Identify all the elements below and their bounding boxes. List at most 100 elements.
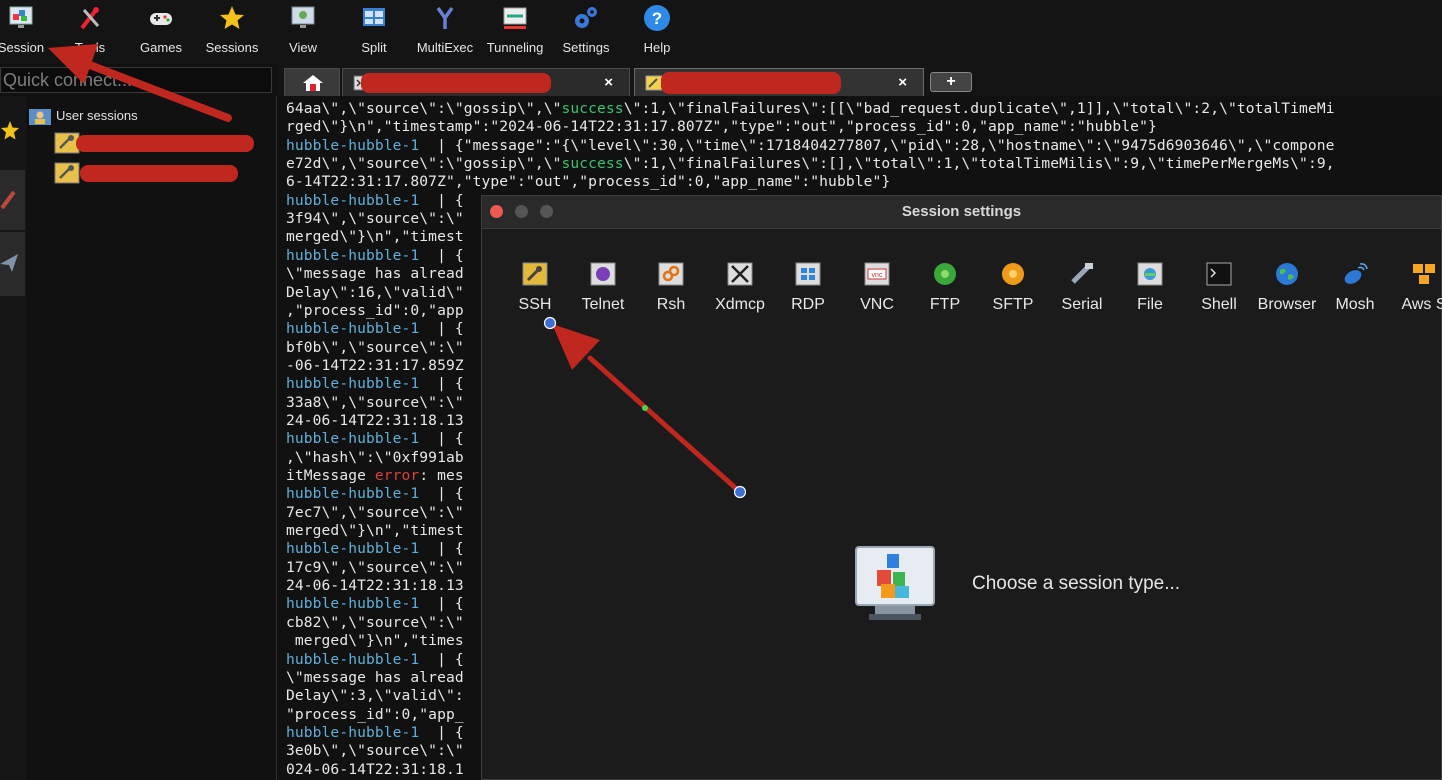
terminal-text: Delay\":16,\"valid\" [286, 283, 464, 301]
dialog-title: Session settings [901, 203, 1022, 220]
terminal-text: bf0b\",\"source\":\" [286, 338, 464, 356]
paper-plane-icon [0, 254, 18, 272]
redaction-mark [661, 72, 841, 94]
toolbar-label: Tools [74, 40, 106, 55]
star-icon[interactable] [0, 120, 20, 142]
toolbar-multiexec-button[interactable]: MultiExec [410, 0, 480, 62]
session-type-xdmcp[interactable]: Xdmcp [706, 260, 774, 320]
terminal-line: 24-06-14T22:31:18.13 [286, 577, 464, 594]
tab-session-1[interactable]: × [342, 68, 630, 96]
terminal-text: | { [419, 375, 464, 393]
session-type-rdp[interactable]: RDP [774, 260, 842, 320]
terminal-container-name: hubble-hubble-1 [286, 485, 420, 503]
session-item[interactable] [54, 162, 254, 184]
terminal-line: hubble-hubble-1 | { [286, 485, 464, 502]
terminal-text: "process_id":0,"app_ [286, 705, 464, 723]
terminal-line: \"message has alread [286, 669, 464, 686]
sftp-icon [1002, 263, 1024, 285]
session-type-label: File [1137, 296, 1163, 313]
tools-icon [80, 7, 100, 30]
terminal-container-name: hubble-hubble-1 [286, 723, 420, 741]
session-type-mosh[interactable]: Mosh [1321, 260, 1389, 320]
terminal-line: e72d\",\"source\":\"gossip\",\"success\"… [286, 155, 1335, 172]
tab-home[interactable] [284, 68, 340, 96]
terminal-line: merged\"}\n","times [286, 632, 464, 649]
terminal-text: | { [419, 246, 464, 264]
telnet-icon [590, 262, 616, 286]
tab-close-icon[interactable]: × [898, 74, 907, 91]
sidebar-tab-tools[interactable] [0, 170, 25, 230]
terminal-container-name: hubble-hubble-1 [286, 191, 420, 209]
xdmcp-icon [727, 262, 753, 286]
terminal-text: | { [419, 430, 464, 448]
terminal-text: : mes [419, 467, 464, 484]
terminal-text: 3e0b\",\"source\":\" [286, 742, 464, 760]
ssh-key-icon [54, 162, 80, 184]
new-tab-button[interactable]: + [930, 72, 972, 92]
terminal-text: ,"process_id":0,"app [286, 301, 464, 319]
terminal-line: merged\"}\n","timest [286, 522, 464, 539]
session-item[interactable] [54, 132, 254, 154]
terminal-line: hubble-hubble-1 | {"message":"{\"level\"… [286, 137, 1335, 154]
session-type-telnet[interactable]: Telnet [569, 260, 637, 320]
terminal-line: 33a8\",\"source\":\" [286, 394, 464, 411]
terminal-line: bf0b\",\"source\":\" [286, 339, 464, 356]
toolbar-sessions-button[interactable]: Sessions [197, 0, 267, 62]
terminal-text: cb82\",\"source\":\" [286, 613, 464, 631]
dialog-titlebar: Session settings [482, 196, 1441, 229]
toolbar-settings-button[interactable]: Settings [551, 0, 621, 62]
session-type-vnc[interactable]: vnc VNC [843, 260, 911, 320]
terminal-text: | {"message":"{\"level\":30,\"time\":171… [419, 136, 1335, 154]
session-type-label: Mosh [1335, 296, 1375, 313]
redaction-mark [76, 135, 254, 152]
terminal-line: 7ec7\",\"source\":\" [286, 504, 464, 521]
svg-text:vnc: vnc [872, 272, 883, 279]
session-type-label: Rsh [656, 296, 686, 313]
toolbar-session-button[interactable]: Session [0, 0, 56, 62]
toolbar-tunneling-button[interactable]: Tunneling [480, 0, 550, 62]
terminal-line: hubble-hubble-1 | { [286, 247, 464, 264]
toolbar-games-button[interactable]: Games [126, 0, 196, 62]
session-settings-dialog: Session settings SSH Telnet Rsh Xdmcp RD… [481, 195, 1442, 780]
sessions-panel: User sessions [26, 96, 277, 780]
terminal-text: -06-14T22:31:17.859Z [286, 356, 464, 374]
session-type-ftp[interactable]: FTP [911, 260, 979, 320]
terminal-container-name: hubble-hubble-1 [286, 320, 420, 338]
sidebar-tab-send[interactable] [0, 232, 25, 296]
session-type-shell[interactable]: Shell [1185, 260, 1253, 320]
toolbar-help-button[interactable]: ? Help [622, 0, 692, 62]
choose-session-type-prompt: Choose a session type... [972, 573, 1181, 594]
tab-bar: × × + [278, 64, 1442, 96]
svg-text:?: ? [652, 9, 662, 28]
terminal-line: 17c9\",\"source\":\" [286, 559, 464, 576]
terminal-line: hubble-hubble-1 | { [286, 430, 464, 447]
view-icon [291, 6, 315, 28]
toolbar-split-button[interactable]: Split [339, 0, 409, 62]
session-type-serial[interactable]: Serial [1048, 260, 1116, 320]
toolbar-tools-button[interactable]: Tools [55, 0, 125, 62]
terminal-container-name: hubble-hubble-1 [286, 375, 420, 393]
terminal-success-word: success [561, 155, 624, 173]
session-type-browser[interactable]: Browser [1253, 260, 1321, 320]
session-type-aws-s3[interactable]: Aws S [1390, 260, 1442, 320]
toolbar-label: Session [0, 40, 45, 55]
quick-connect-input[interactable] [1, 68, 273, 92]
terminal-text: | { [419, 595, 464, 613]
session-type-sftp[interactable]: SFTP [979, 260, 1047, 320]
session-type-label: Aws S [1401, 296, 1442, 313]
session-type-rsh[interactable]: Rsh [637, 260, 705, 320]
terminal-text: ,\"hash\":\"0xf991ab [286, 448, 464, 466]
terminal-line: hubble-hubble-1 | { [286, 651, 464, 668]
session-type-file[interactable]: File [1116, 260, 1184, 320]
terminal-text: \"message has alread [286, 265, 464, 283]
tab-close-icon[interactable]: × [604, 74, 613, 91]
terminal-line: 3f94\",\"source\":\" [286, 210, 464, 227]
tab-session-2[interactable]: × [634, 68, 924, 96]
file-icon [1137, 262, 1163, 286]
session-type-ssh[interactable]: SSH [501, 260, 569, 320]
terminal-line: ,\"hash\":\"0xf991ab [286, 449, 464, 466]
terminal-text: 17c9\",\"source\":\" [286, 558, 464, 576]
toolbar-view-button[interactable]: View [268, 0, 338, 62]
shell-icon [1206, 262, 1232, 286]
left-icon-strip [0, 96, 27, 780]
